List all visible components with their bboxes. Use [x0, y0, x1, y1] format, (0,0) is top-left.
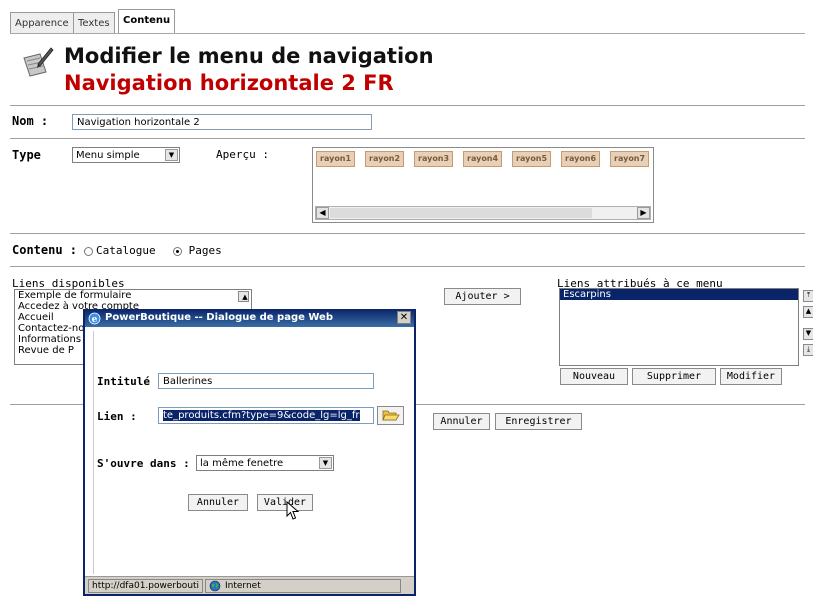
- move-down-icon[interactable]: ▼: [803, 328, 813, 340]
- ie-icon: e: [88, 312, 101, 325]
- status-zone-label: Internet: [225, 581, 261, 591]
- type-select[interactable]: Menu simple ▼: [72, 147, 180, 163]
- edit-document-icon: [23, 47, 54, 77]
- intitule-input[interactable]: Ballerines: [158, 373, 374, 389]
- globe-icon: [209, 580, 221, 592]
- contenu-row: Contenu : Catalogue Pages: [12, 243, 222, 257]
- browse-button[interactable]: [377, 406, 404, 425]
- ouvre-dans-label: S'ouvre dans :: [97, 457, 190, 470]
- status-zone: Internet: [205, 579, 401, 593]
- list-item[interactable]: Escarpins: [560, 289, 798, 300]
- web-page-dialog: PowerBoutique -- Dialogue de page Web e …: [83, 309, 416, 596]
- type-select-value: Menu simple: [76, 150, 140, 161]
- preview-menu-item: rayon4: [463, 151, 503, 167]
- preview-menu-item: rayon5: [512, 151, 552, 167]
- contenu-label: Contenu :: [12, 243, 78, 257]
- ajouter-button[interactable]: Ajouter >: [444, 288, 521, 305]
- lien-input[interactable]: te_produits.cfm?type=9&code_lg=lg_fr: [158, 407, 374, 424]
- status-url: http://dfa01.powerbouti: [88, 579, 203, 593]
- chevron-down-icon: ▼: [165, 149, 178, 161]
- apercu-label: Aperçu :: [216, 148, 269, 161]
- preview-menu-item: rayon2: [365, 151, 405, 167]
- preview-menu-item: rayon1: [316, 151, 356, 167]
- radio-catalogue-label: Catalogue: [96, 244, 156, 257]
- ouvre-dans-value: la même fenetre: [200, 458, 284, 469]
- page-subtitle: Navigation horizontale 2 FR: [64, 71, 394, 95]
- nom-label: Nom :: [12, 114, 49, 128]
- intitule-label: Intitulé :: [97, 375, 164, 388]
- scroll-thumb[interactable]: [330, 208, 592, 218]
- preview-menu-item: rayon7: [610, 151, 650, 167]
- list-item[interactable]: Exemple de formulaire: [15, 290, 251, 301]
- close-icon[interactable]: ✕: [397, 311, 411, 324]
- scroll-up-icon[interactable]: ▲: [238, 291, 249, 302]
- tab-textes[interactable]: Textes: [73, 12, 115, 34]
- divider: [10, 233, 805, 234]
- dialog-titlebar[interactable]: PowerBoutique -- Dialogue de page Web: [85, 309, 414, 327]
- dialog-body: Intitulé : Ballerines Lien : te_produits…: [93, 331, 406, 574]
- svg-text:e: e: [92, 315, 98, 325]
- divider: [10, 266, 805, 267]
- supprimer-button[interactable]: Supprimer: [632, 368, 716, 385]
- preview-menu-item: rayon3: [414, 151, 454, 167]
- preview-menu-item: rayon6: [561, 151, 601, 167]
- divider: [10, 105, 805, 106]
- nom-input[interactable]: Navigation horizontale 2: [72, 114, 372, 130]
- chevron-down-icon: ▼: [319, 457, 332, 469]
- menu-preview: rayon1 rayon2 rayon3 rayon4 rayon5 rayon…: [312, 147, 654, 223]
- tab-apparence[interactable]: Apparence: [10, 12, 74, 34]
- tab-contenu[interactable]: Contenu: [118, 9, 176, 34]
- radio-catalogue[interactable]: [83, 246, 93, 256]
- lien-input-value: te_produits.cfm?type=9&code_lg=lg_fr: [163, 410, 360, 421]
- scroll-left-icon[interactable]: ◀: [316, 207, 329, 219]
- modifier-button[interactable]: Modifier: [720, 368, 782, 385]
- preview-scrollbar[interactable]: ◀ ▶: [315, 206, 651, 220]
- ouvre-dans-select[interactable]: la même fenetre ▼: [196, 455, 334, 471]
- radio-pages[interactable]: [173, 246, 183, 256]
- enregistrer-button[interactable]: Enregistrer: [495, 413, 582, 430]
- dialog-annuler-button[interactable]: Annuler: [188, 494, 248, 511]
- open-folder-icon: [381, 410, 400, 421]
- dialog-title: PowerBoutique -- Dialogue de page Web: [105, 312, 333, 323]
- scroll-right-icon[interactable]: ▶: [637, 207, 650, 219]
- lien-label: Lien :: [97, 410, 137, 423]
- move-top-icon[interactable]: ⤒: [803, 290, 813, 302]
- page-title: Modifier le menu de navigation: [64, 44, 434, 68]
- move-bottom-icon[interactable]: ⤓: [803, 344, 813, 356]
- divider: [10, 138, 805, 139]
- tab-divider: [10, 33, 805, 34]
- dialog-valider-button[interactable]: Valider: [257, 494, 313, 511]
- dialog-statusbar: http://dfa01.powerbouti Internet: [85, 576, 414, 594]
- annuler-button[interactable]: Annuler: [433, 413, 490, 430]
- radio-pages-label: Pages: [188, 244, 222, 257]
- move-up-icon[interactable]: ▲: [803, 306, 813, 318]
- type-label: Type: [12, 148, 41, 162]
- mouse-cursor-icon: [286, 501, 300, 520]
- nouveau-button[interactable]: Nouveau: [560, 368, 628, 385]
- liens-attribues-list[interactable]: Escarpins: [559, 288, 799, 366]
